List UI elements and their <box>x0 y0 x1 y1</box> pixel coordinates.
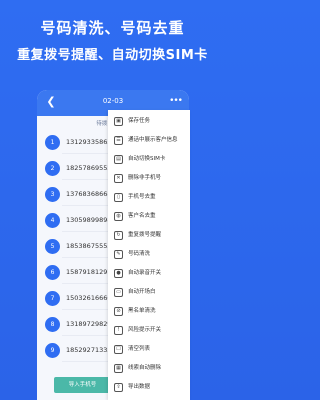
menu-item-auto-delete-leads[interactable]: ▦ 线索自动删除 <box>108 360 190 377</box>
menu-item-label: 删除非手机号 <box>128 175 162 181</box>
index-badge: 9 <box>45 343 60 358</box>
menu-item-repeat-call-reminder[interactable]: ↻ 重复拨号提醒 <box>108 227 190 244</box>
menu-item-dedupe-customer[interactable]: ◍ 客户名去重 <box>108 208 190 225</box>
index-badge: 4 <box>45 213 60 228</box>
clear-list-icon: ☐ <box>114 345 123 354</box>
index-badge: 6 <box>45 265 60 280</box>
user-dedupe-icon: ◍ <box>114 212 123 221</box>
index-badge: 2 <box>45 161 60 176</box>
clean-icon: ✎ <box>114 250 123 259</box>
auto-delete-icon: ▦ <box>114 364 123 373</box>
promo-headline: 号码清洗、号码去重 <box>40 19 185 37</box>
menu-item-auto-switch-sim[interactable]: ▤ 自动切换SIM卡 <box>108 151 190 168</box>
menu-item-label: 客户名去重 <box>128 213 156 219</box>
greeting-icon: ▭ <box>114 288 123 297</box>
menu-item-label: 通话中展示客户信息 <box>128 137 178 143</box>
promo-subheadline: 重复拨号提醒、自动切换SIM卡 <box>17 48 208 63</box>
menu-item-export-data[interactable]: ⇪ 导出数据 <box>108 379 190 396</box>
menu-item-label: 号码清洗 <box>128 251 151 257</box>
phone-number: 13189729829 <box>66 320 112 328</box>
menu-item-label: 导出数据 <box>128 384 151 390</box>
menu-item-show-customer-info[interactable]: ☰ 通话中展示客户信息 <box>108 132 190 149</box>
menu-item-save-task[interactable]: ▣ 保存任务 <box>108 113 190 130</box>
menu-item-label: 清空列表 <box>128 346 151 352</box>
export-icon: ⇪ <box>114 383 123 392</box>
index-badge: 7 <box>45 291 60 306</box>
more-dots-icon[interactable]: ••• <box>169 95 183 107</box>
index-badge: 3 <box>45 187 60 202</box>
repeat-call-icon: ↻ <box>114 231 123 240</box>
index-badge: 5 <box>45 239 60 254</box>
more-menu: ▣ 保存任务 ☰ 通话中展示客户信息 ▤ 自动切换SIM卡 ✕ 删除非手机号 ▯… <box>108 110 190 400</box>
menu-item-label: 线索自动删除 <box>128 365 162 371</box>
menu-item-label: 黑名单清洗 <box>128 308 156 314</box>
warning-icon: ! <box>114 326 123 335</box>
menu-item-risk-alert[interactable]: ! 风险提示开关 <box>108 322 190 339</box>
menu-item-clear-list[interactable]: ☐ 清空列表 <box>108 341 190 358</box>
phone-number: 13129335865 <box>66 138 112 146</box>
menu-item-label: 风险提示开关 <box>128 327 162 333</box>
menu-item-label: 手机号去重 <box>128 194 156 200</box>
menu-item-label: 保存任务 <box>128 118 151 124</box>
menu-item-delete-non-mobile[interactable]: ✕ 删除非手机号 <box>108 170 190 187</box>
save-icon: ▣ <box>114 117 123 126</box>
blacklist-icon: ⊘ <box>114 307 123 316</box>
contact-card-icon: ☰ <box>114 136 123 145</box>
menu-item-dedupe-phone[interactable]: ▯ 手机号去重 <box>108 189 190 206</box>
phone-number: 18538675555 <box>66 242 112 250</box>
index-badge: 1 <box>45 135 60 150</box>
menu-item-auto-greeting[interactable]: ▭ 自动开场白 <box>108 284 190 301</box>
record-icon: ● <box>114 269 123 278</box>
menu-item-label: 自动开场白 <box>128 289 156 295</box>
delete-icon: ✕ <box>114 174 123 183</box>
index-badge: 8 <box>45 317 60 332</box>
menu-item-label: 重复拨号提醒 <box>128 232 162 238</box>
phone-number: 18257869552 <box>66 164 112 172</box>
dedupe-icon: ▯ <box>114 193 123 202</box>
import-phone-button[interactable]: 导入手机号 <box>54 377 111 393</box>
phone-number: 13768368668 <box>66 190 112 198</box>
phone-number: 15032616666 <box>66 294 112 302</box>
sim-card-icon: ▤ <box>114 155 123 164</box>
menu-item-number-clean[interactable]: ✎ 号码清洗 <box>108 246 190 263</box>
phone-number: 13059899898 <box>66 216 112 224</box>
menu-item-label: 自动切换SIM卡 <box>128 156 166 162</box>
promo-banner: 号码清洗、号码去重 重复拨号提醒、自动切换SIM卡 <box>0 0 225 90</box>
page-title: 02-03 <box>102 97 124 105</box>
menu-item-label: 自动录音开关 <box>128 270 162 276</box>
menu-item-blacklist-clean[interactable]: ⊘ 黑名单清洗 <box>108 303 190 320</box>
phone-number: 15879181297 <box>66 268 112 276</box>
phone-number: 18529271333 <box>66 346 112 354</box>
menu-item-auto-record[interactable]: ● 自动录音开关 <box>108 265 190 282</box>
